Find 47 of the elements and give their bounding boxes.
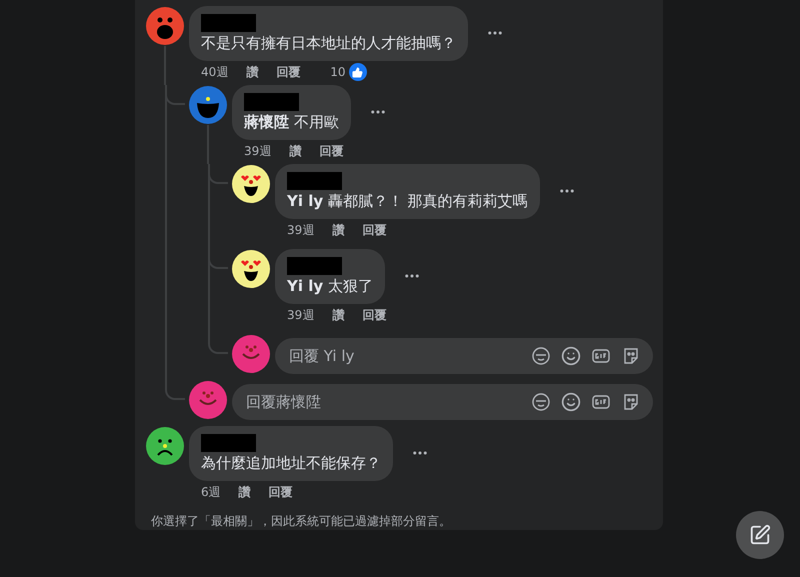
emoji-icon[interactable]: [561, 392, 581, 412]
action-link[interactable]: 讚: [246, 64, 258, 80]
timestamp: 40週: [201, 64, 228, 80]
redacted-name: [287, 257, 342, 275]
reply-field[interactable]: 回覆蔣懷陞: [244, 392, 521, 412]
redacted-name: [287, 172, 342, 190]
timestamp: 6週: [201, 484, 221, 500]
reaction-count: 10: [330, 65, 346, 79]
comment-text: 不是只有擁有日本地址的人才能抽嗎？: [201, 33, 456, 54]
avatar-smile-icon[interactable]: [188, 380, 228, 420]
avatar-hearts-icon[interactable]: [231, 164, 271, 204]
action-link[interactable]: 讚: [238, 484, 251, 500]
comment-text: 蔣懷陞 不用歐: [244, 112, 339, 133]
timestamp: 39週: [287, 306, 314, 324]
avatar-smile-icon[interactable]: [231, 334, 271, 374]
action-link[interactable]: 回覆: [268, 484, 293, 500]
like-icon: [348, 63, 367, 81]
action-link[interactable]: 讚: [332, 222, 344, 238]
action-link[interactable]: 回覆: [319, 142, 344, 160]
comment-text: 為什麼追加地址不能保存？: [201, 453, 381, 474]
redacted-name: [244, 93, 299, 111]
reply-bar[interactable]: 回覆 Yi ly: [275, 338, 653, 374]
thread-connector: [165, 380, 185, 400]
redacted-name: [201, 434, 256, 452]
comment-text: Yi ly 轟都膩？！ 那真的有莉莉艾嗎: [287, 191, 528, 212]
action-link[interactable]: 讚: [289, 142, 302, 160]
redacted-name: [201, 14, 256, 32]
action-link[interactable]: 讚: [332, 306, 344, 324]
action-link[interactable]: 回覆: [276, 64, 300, 80]
timestamp: 39週: [244, 142, 272, 160]
avatar-sticker-icon[interactable]: [531, 346, 551, 366]
thread-connector: [208, 334, 228, 354]
avatar-grin-icon[interactable]: [188, 85, 228, 125]
filter-note: 你選擇了「最相關」，因此系統可能已過濾掉部分留言。: [151, 513, 452, 530]
timestamp: 39週: [287, 222, 314, 238]
avatar-hearts-icon[interactable]: [231, 249, 271, 289]
emoji-icon[interactable]: [561, 346, 581, 366]
reply-bar[interactable]: 回覆蔣懷陞: [232, 384, 653, 420]
edit-icon[interactable]: [749, 524, 771, 546]
comment-text: Yi ly 太狠了: [287, 276, 373, 297]
action-link[interactable]: 回覆: [362, 306, 386, 324]
compose-button[interactable]: [736, 511, 784, 559]
reply-field[interactable]: 回覆 Yi ly: [287, 346, 521, 366]
avatar-sad-icon[interactable]: [145, 426, 185, 466]
avatar-surprised-icon[interactable]: [145, 6, 185, 46]
avatar-sticker-icon[interactable]: [531, 392, 551, 412]
action-link[interactable]: 回覆: [362, 222, 386, 238]
